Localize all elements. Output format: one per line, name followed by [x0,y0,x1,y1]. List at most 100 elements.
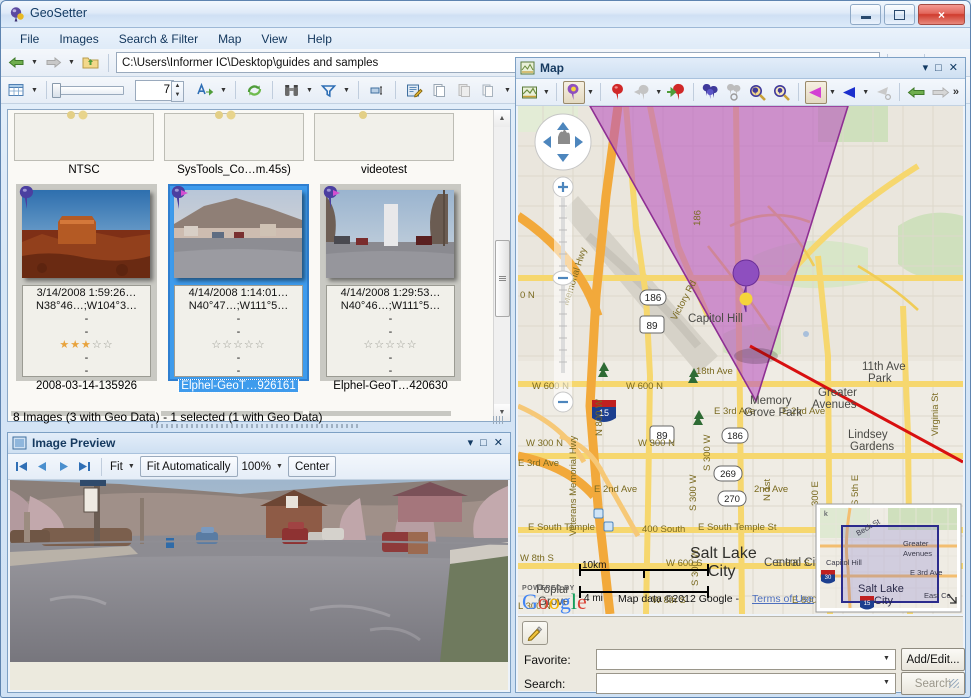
next-icon[interactable] [55,458,72,475]
thumbnail-size-slider[interactable] [52,81,132,100]
binoculars-icon[interactable] [280,79,302,101]
fit-automatically-button[interactable]: Fit Automatically [139,456,238,477]
stepper-arrows[interactable]: ▲ ▼ [171,80,184,102]
skip-last-icon[interactable] [76,458,93,475]
filter-dropdown-icon[interactable]: ▼ [342,80,351,100]
red-pin-icon[interactable] [607,81,628,104]
collapse-button[interactable]: ▾ [923,63,929,74]
gray-pin-dropdown-icon[interactable]: ▼ [655,82,663,102]
prev-icon[interactable] [34,458,51,475]
zoom-marker-icon[interactable] [748,81,769,104]
svg-text:East Ce: East Ce [924,591,951,600]
svg-text:Salt Lake: Salt Lake [690,545,757,562]
image-filename: Elphel-GeoT…926161 [178,379,299,393]
menu-bar: File Images Search & Filter Map View Hel… [1,28,970,49]
menu-item-file[interactable]: File [11,30,48,48]
refresh-icon[interactable] [243,79,265,101]
menu-item-search-filter[interactable]: Search & Filter [110,30,207,48]
toolbar-separator [556,83,558,101]
svg-text:Avenues: Avenues [812,399,857,411]
image-preview-panel: Image Preview ▾ □ ✕ Fit ▼ Fit Automatica… [7,432,511,693]
vertical-scrollbar[interactable]: ▲ ▼ [493,110,510,421]
view-dropdown-icon[interactable]: ▼ [30,80,39,100]
svg-text:300 E: 300 E [810,481,821,506]
center-button[interactable]: Center [287,456,337,477]
rating-stars[interactable]: ☆☆☆☆☆ [175,339,302,352]
pencil-edit-icon[interactable] [522,621,548,645]
thumbnail-browser[interactable]: NTSC SysTools_Co…m.45s) videotest 3/14/2… [7,109,511,422]
scrollbar-thumb[interactable] [495,240,510,317]
view-direction-dropdown-icon[interactable]: ▼ [862,82,870,102]
marker-dropdown-icon[interactable]: ▼ [587,82,595,102]
back-arrow-icon[interactable] [5,52,27,74]
slider-knob[interactable] [52,82,61,98]
splitter-handle[interactable] [151,424,361,428]
maximize-button[interactable]: □ [935,63,942,74]
list-item[interactable]: SysTools_Co…m.45s) [164,110,304,182]
copy-icon[interactable] [428,79,450,101]
image-filename: 2008-03-14-135926 [35,380,138,392]
green-left-arrow-icon[interactable] [906,81,927,104]
chevron-down-icon[interactable]: ▼ [879,651,894,666]
multi-pin-icon[interactable] [700,81,722,104]
font-color-icon[interactable] [194,79,216,101]
list-item[interactable]: videotest [314,111,454,182]
rename-icon[interactable] [366,79,388,101]
menu-item-view[interactable]: View [252,30,296,48]
menu-item-map[interactable]: Map [209,30,250,48]
direction-dropdown-icon[interactable]: ▼ [829,82,837,102]
close-button[interactable]: ✕ [949,63,958,74]
zoom-dropdown-icon[interactable]: ▼ [275,457,284,477]
forward-dropdown-icon: ▼ [68,59,75,66]
menu-item-help[interactable]: Help [298,30,341,48]
back-dropdown-icon[interactable]: ▼ [30,53,39,73]
add-edit-button[interactable]: Add/Edit... [901,648,965,671]
list-item[interactable]: 4/14/2008 1:29:53… N40°46…;W111°5… - - ☆… [320,184,461,392]
favorite-combobox[interactable]: ▼ [596,649,896,670]
scroll-up-icon[interactable]: ▲ [494,110,510,127]
svg-text:Central Cit: Central Cit [764,557,819,569]
rating-stars[interactable]: ★★★☆☆ [23,339,150,352]
green-arrow-pin-icon[interactable] [665,81,687,104]
find-dropdown-icon[interactable]: ▼ [305,80,314,100]
copy-dropdown-icon[interactable]: ▼ [503,80,512,100]
list-item[interactable]: 3/14/2008 1:59:26… N38°46…;W104°3… - - ★… [16,184,157,392]
map-toolbar-overflow-button[interactable]: » [953,86,962,98]
forward-arrow-icon [42,52,64,74]
rating-stars[interactable]: ☆☆☆☆☆ [327,339,454,352]
skip-first-icon[interactable] [13,458,30,475]
table-view-icon[interactable] [5,79,27,101]
collapse-button[interactable]: ▾ [468,438,474,449]
thumbnail-size-stepper[interactable]: 7 ▲ ▼ [135,79,184,102]
list-item[interactable]: NTSC [14,110,154,182]
menu-item-images[interactable]: Images [50,30,107,48]
search-position-icon[interactable] [771,81,792,104]
font-dropdown-icon[interactable]: ▼ [219,80,228,100]
map-type-dropdown-icon[interactable]: ▼ [542,82,550,102]
maximize-button[interactable]: □ [480,438,487,449]
terms-of-use-link[interactable]: Terms of Use [752,593,814,605]
svg-text:Salt Lake: Salt Lake [858,583,904,595]
resize-grip[interactable] [493,416,503,424]
close-button[interactable]: ✕ [494,438,503,449]
close-button[interactable]: × [918,4,965,25]
map-canvas[interactable]: 186 89 89 186 15 269 270 0 N W 600 N W 6… [518,106,963,614]
list-item[interactable]: 4/14/2008 1:14:01… N40°47…;W111°5… - - ☆… [168,184,309,393]
magenta-direction-icon[interactable] [805,80,827,104]
chevron-down-icon[interactable]: ▼ [879,675,894,690]
funnel-icon[interactable] [317,79,339,101]
resize-grip[interactable] [949,679,959,688]
open-folder-up-icon[interactable] [79,52,101,74]
minimize-button[interactable] [850,4,881,25]
maximize-button[interactable] [884,4,915,25]
blue-direction-icon[interactable] [838,81,859,104]
fit-dropdown-icon[interactable]: ▼ [127,457,136,477]
edit-data-icon[interactable] [403,79,425,101]
route-shield: 269 [713,465,743,482]
marker-cursor-icon[interactable] [563,80,585,104]
search-combobox[interactable]: ▼ [596,673,896,694]
map-type-icon[interactable] [519,81,540,104]
route-shield: 89 [639,315,665,334]
copy-multi-icon[interactable] [478,79,500,101]
thumbnail-image [320,190,454,278]
